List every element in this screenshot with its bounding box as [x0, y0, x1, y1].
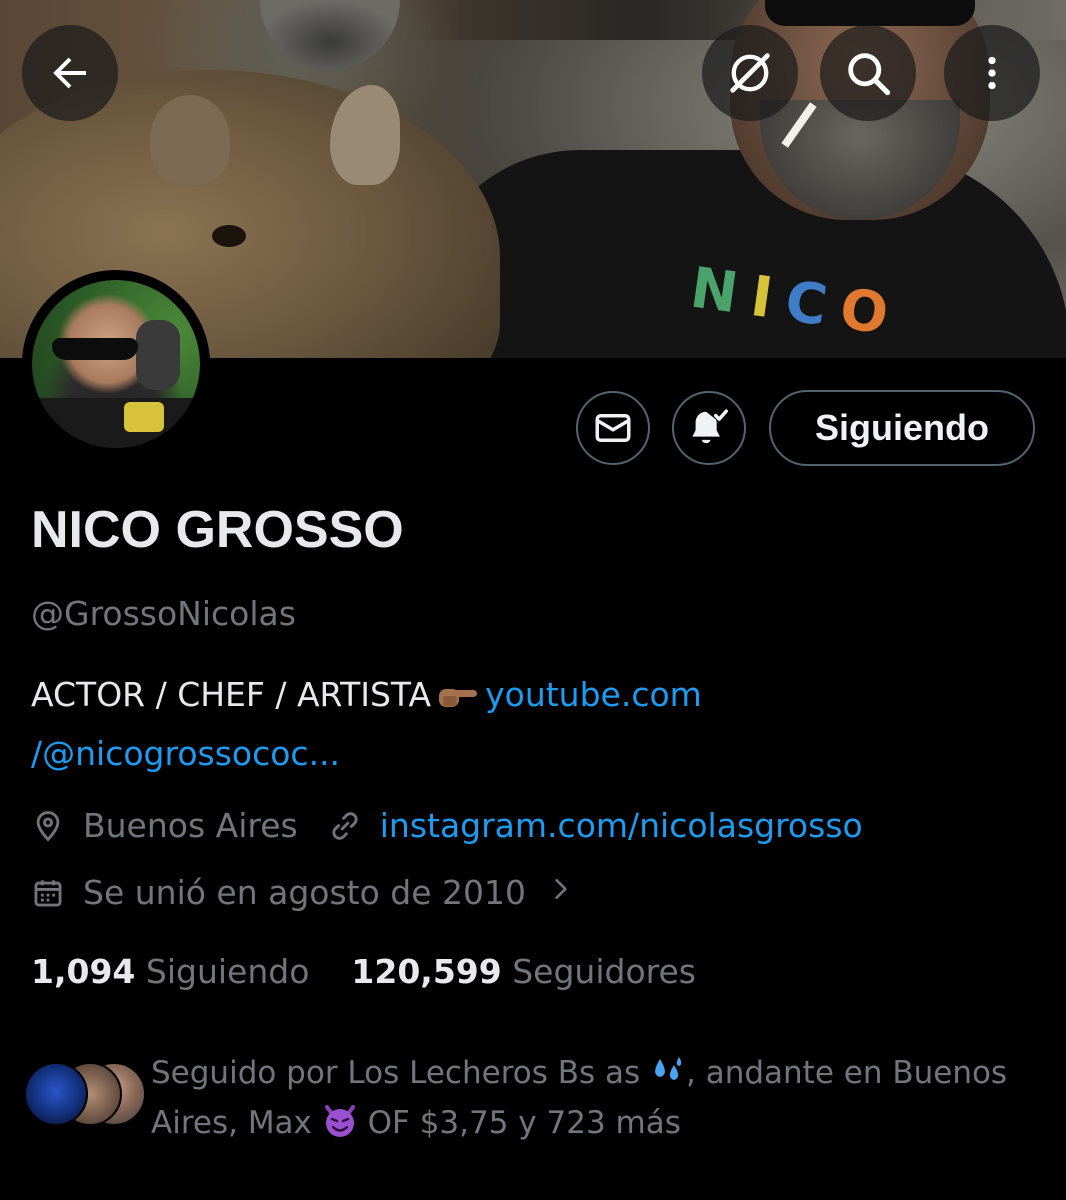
notifications-button[interactable]: [672, 391, 746, 465]
avatar: [24, 1062, 88, 1126]
following-count: 1,094: [31, 952, 136, 991]
more-options-button[interactable]: [944, 25, 1040, 121]
profile-joined-date: Se unió en agosto de 2010: [83, 873, 527, 912]
following-stat[interactable]: 1,094 Siguiendo: [31, 952, 309, 991]
avatar-sunglasses: [52, 338, 138, 360]
followed-by-avatars[interactable]: [24, 1062, 146, 1126]
followed-by-part1: Seguido por Los Lecheros Bs as: [151, 1055, 650, 1091]
profile-name: NICO GROSSO: [31, 501, 404, 559]
no-image-icon: [730, 53, 770, 93]
profile-meta-location-website: Buenos Aires instagram.com/nicolasgrosso: [31, 806, 863, 845]
location-pin-icon: [31, 809, 65, 843]
hide-media-button[interactable]: [702, 25, 798, 121]
smiling-devil-emoji-icon: [322, 1103, 358, 1152]
bio-text: ACTOR / CHEF / ARTISTA: [31, 675, 432, 714]
bio-link-part1[interactable]: youtube.com: [485, 675, 702, 714]
sweat-droplets-emoji-icon: [650, 1054, 686, 1100]
followed-by-text[interactable]: Seguido por Los Lecheros Bs as , andante…: [151, 1050, 1051, 1152]
search-icon: [848, 53, 891, 96]
profile-bio: ACTOR / CHEF / ARTISTA youtube.com /@nico…: [31, 668, 1031, 780]
profile-location: Buenos Aires: [83, 806, 298, 845]
pointing-right-emoji-icon: [435, 674, 479, 727]
bio-link-part2[interactable]: /@nicogrossococ...: [31, 734, 340, 773]
followers-count: 120,599: [351, 952, 502, 991]
avatar[interactable]: [32, 280, 200, 448]
following-label: Siguiendo: [145, 952, 310, 991]
banner-sunglasses: [765, 0, 975, 26]
profile-joined-row[interactable]: Se unió en agosto de 2010: [31, 873, 574, 912]
avatar-jacket: [32, 398, 200, 448]
chevron-right-icon: [548, 873, 574, 912]
message-button[interactable]: [576, 391, 650, 465]
followed-by-part3: OF $3,75 y 723 más: [357, 1105, 681, 1141]
arrow-left-icon: [53, 57, 86, 89]
banner-raccoon: [260, 0, 400, 70]
banner-capybara-eye: [212, 225, 246, 247]
avatar-yellow-object: [124, 402, 164, 432]
banner-capybara-ear: [150, 95, 230, 185]
following-button[interactable]: Siguiendo: [769, 390, 1035, 466]
envelope-icon: [595, 414, 631, 442]
profile-stats: 1,094 Siguiendo 120,599 Seguidores: [31, 952, 696, 991]
followers-label: Seguidores: [512, 952, 696, 991]
profile-handle: @GrossoNicolas: [31, 594, 296, 633]
more-vertical-icon: [988, 56, 996, 90]
calendar-icon: [31, 876, 65, 910]
profile-website-link[interactable]: instagram.com/nicolasgrosso: [380, 806, 863, 845]
search-button[interactable]: [820, 25, 916, 121]
back-button[interactable]: [22, 25, 118, 121]
followers-stat[interactable]: 120,599 Seguidores: [351, 952, 696, 991]
bell-check-icon: [692, 409, 728, 444]
avatar-glove: [136, 320, 180, 390]
link-icon: [328, 809, 362, 843]
